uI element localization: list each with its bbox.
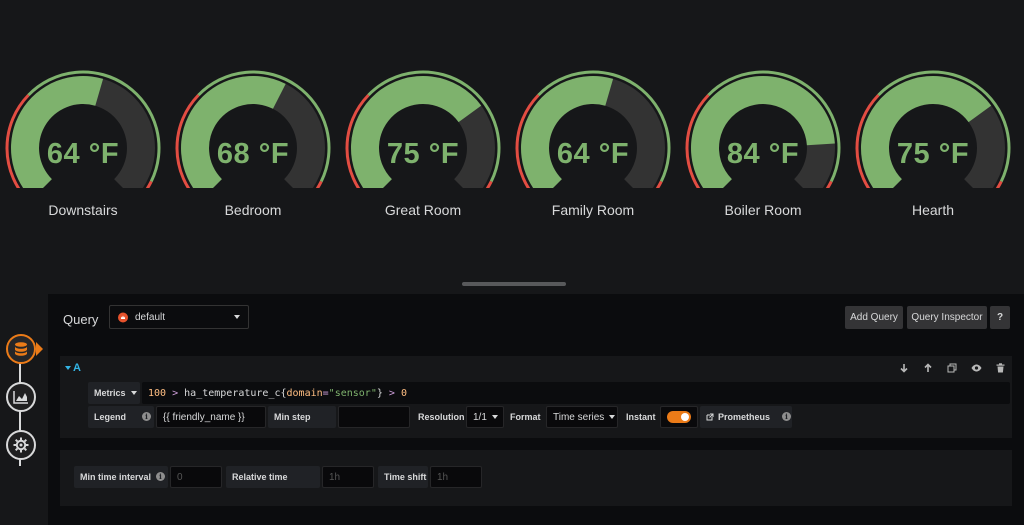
resolution-select[interactable]: 1/1 bbox=[466, 406, 504, 428]
gauge-great-room: 75 °F Great Room bbox=[343, 68, 513, 228]
arrow-down-icon bbox=[900, 364, 908, 373]
instant-label: Instant bbox=[626, 412, 656, 422]
gauge-title: Downstairs bbox=[48, 202, 118, 218]
expr-label-key: domain bbox=[286, 387, 323, 399]
copy-icon bbox=[947, 363, 957, 373]
query-label: Query bbox=[63, 312, 99, 327]
toggle-visibility-button[interactable] bbox=[968, 360, 984, 376]
gauge-value: 64 °F bbox=[46, 138, 120, 170]
gauge-value: 75 °F bbox=[896, 138, 970, 170]
gauge-fill bbox=[11, 76, 104, 188]
promql-input[interactable]: 100 > ha_temperature_c{domain = "sensor"} … bbox=[142, 382, 1010, 404]
move-up-button[interactable] bbox=[920, 360, 936, 376]
gauge-bedroom: 68 °F Bedroom bbox=[173, 68, 343, 228]
resolution-value: 1/1 bbox=[473, 411, 487, 423]
collapse-caret-icon bbox=[65, 366, 71, 370]
gauge-family-room: 64 °F Family Room bbox=[513, 68, 683, 228]
legend-label-text: Legend bbox=[94, 412, 127, 422]
gauge-value: 75 °F bbox=[386, 138, 460, 170]
gauge-title: Family Room bbox=[551, 202, 635, 218]
expr-metric: ha_temperature_c bbox=[184, 387, 281, 399]
rail-queries-button[interactable] bbox=[6, 334, 36, 364]
info-icon[interactable]: i bbox=[156, 472, 165, 481]
min-step-input[interactable] bbox=[338, 406, 410, 428]
gauge-title: Hearth bbox=[911, 202, 955, 218]
format-value: Time series bbox=[553, 411, 605, 423]
gauge-boiler-room: 84 °F Boiler Room bbox=[683, 68, 853, 228]
min-interval-label-text: Min time interval bbox=[80, 472, 152, 482]
query-ref-letter: A bbox=[73, 362, 81, 374]
trash-icon bbox=[996, 363, 1004, 373]
help-button[interactable]: ? bbox=[990, 306, 1010, 329]
editor-main: Query default Add Query Query Inspector … bbox=[48, 294, 1024, 525]
gauge-title: Bedroom bbox=[224, 202, 282, 218]
datasource-select[interactable]: default bbox=[109, 305, 249, 329]
info-icon[interactable]: i bbox=[142, 412, 151, 421]
format-select[interactable]: Time series bbox=[546, 406, 618, 428]
gauge-downstairs: 64 °F Downstairs bbox=[3, 68, 173, 228]
query-options: Min time interval i 0 Relative time 1h T… bbox=[60, 450, 1012, 506]
legend-label: Legend i bbox=[88, 406, 154, 428]
relative-time-input[interactable]: 1h bbox=[322, 466, 374, 488]
chevron-down-icon bbox=[491, 415, 498, 419]
datasource-value: default bbox=[135, 311, 166, 323]
rail-active-indicator bbox=[36, 342, 43, 356]
gauge-title: Great Room bbox=[384, 202, 462, 218]
remove-query-button[interactable] bbox=[992, 360, 1008, 376]
legend-input[interactable]: {{ friendly_name }} bbox=[156, 406, 266, 428]
expr-operator: > bbox=[388, 387, 395, 399]
info-icon[interactable]: i bbox=[782, 412, 791, 421]
metrics-select[interactable]: Metrics bbox=[88, 382, 140, 404]
instant-toggle[interactable] bbox=[667, 411, 691, 423]
gauge-value: 64 °F bbox=[556, 138, 630, 170]
min-step-label: Min step bbox=[268, 406, 336, 428]
gear-icon bbox=[13, 437, 29, 453]
gauge-fill bbox=[181, 76, 286, 188]
query-toolbar: Query default Add Query Query Inspector … bbox=[48, 294, 1024, 344]
move-down-button[interactable] bbox=[896, 360, 912, 376]
instant-toggle-wrap bbox=[660, 406, 698, 428]
expr-number: 100 bbox=[148, 387, 167, 399]
query-editor: Query default Add Query Query Inspector … bbox=[0, 294, 1024, 525]
expr-label-value: "sensor" bbox=[328, 387, 377, 399]
eye-icon bbox=[971, 364, 981, 372]
arrow-up-icon bbox=[924, 363, 932, 372]
database-icon bbox=[15, 342, 27, 356]
time-shift-input[interactable]: 1h bbox=[430, 466, 482, 488]
min-interval-label: Min time interval i bbox=[74, 466, 168, 488]
external-link-icon bbox=[706, 413, 714, 421]
format-label: Format bbox=[510, 412, 541, 422]
gauge-fill bbox=[521, 76, 614, 188]
expr-number: 0 bbox=[400, 387, 407, 399]
min-interval-input[interactable]: 0 bbox=[170, 466, 222, 488]
chevron-down-icon bbox=[130, 391, 137, 395]
gauge-value: 84 °F bbox=[726, 138, 800, 170]
chart-area-icon bbox=[13, 391, 28, 404]
query-row-header[interactable]: A bbox=[60, 356, 1012, 380]
prometheus-icon bbox=[118, 312, 128, 322]
chevron-down-icon bbox=[609, 415, 616, 419]
metrics-label: Metrics bbox=[94, 388, 126, 398]
query-body: Metrics 100 > ha_temperature_c{domain = "s… bbox=[60, 380, 1012, 438]
editor-nav-rail bbox=[0, 294, 48, 525]
prometheus-link-text: Prometheus bbox=[718, 412, 771, 422]
gauge-panel: 64 °F Downstairs 68 °F Bedroom 75 °F Great Ro… bbox=[0, 0, 1024, 286]
chevron-down-icon bbox=[234, 315, 240, 319]
expr-brace: } bbox=[376, 387, 383, 399]
gauge-hearth: 75 °F Hearth bbox=[853, 68, 1023, 228]
panel-resize-handle[interactable] bbox=[462, 282, 566, 286]
expr-operator: > bbox=[172, 387, 179, 399]
time-shift-label: Time shift bbox=[378, 466, 428, 488]
resolution-label: Resolution bbox=[418, 412, 465, 422]
rail-visualization-button[interactable] bbox=[6, 382, 36, 412]
prometheus-docs-link[interactable]: Prometheus i bbox=[700, 406, 792, 428]
add-query-button[interactable]: Add Query bbox=[845, 306, 903, 329]
rail-general-button[interactable] bbox=[6, 430, 36, 460]
query-inspector-button[interactable]: Query Inspector bbox=[907, 306, 987, 329]
gauge-value: 68 °F bbox=[216, 138, 290, 170]
relative-time-label: Relative time bbox=[226, 466, 320, 488]
gauge-title: Boiler Room bbox=[724, 202, 802, 218]
duplicate-query-button[interactable] bbox=[944, 360, 960, 376]
